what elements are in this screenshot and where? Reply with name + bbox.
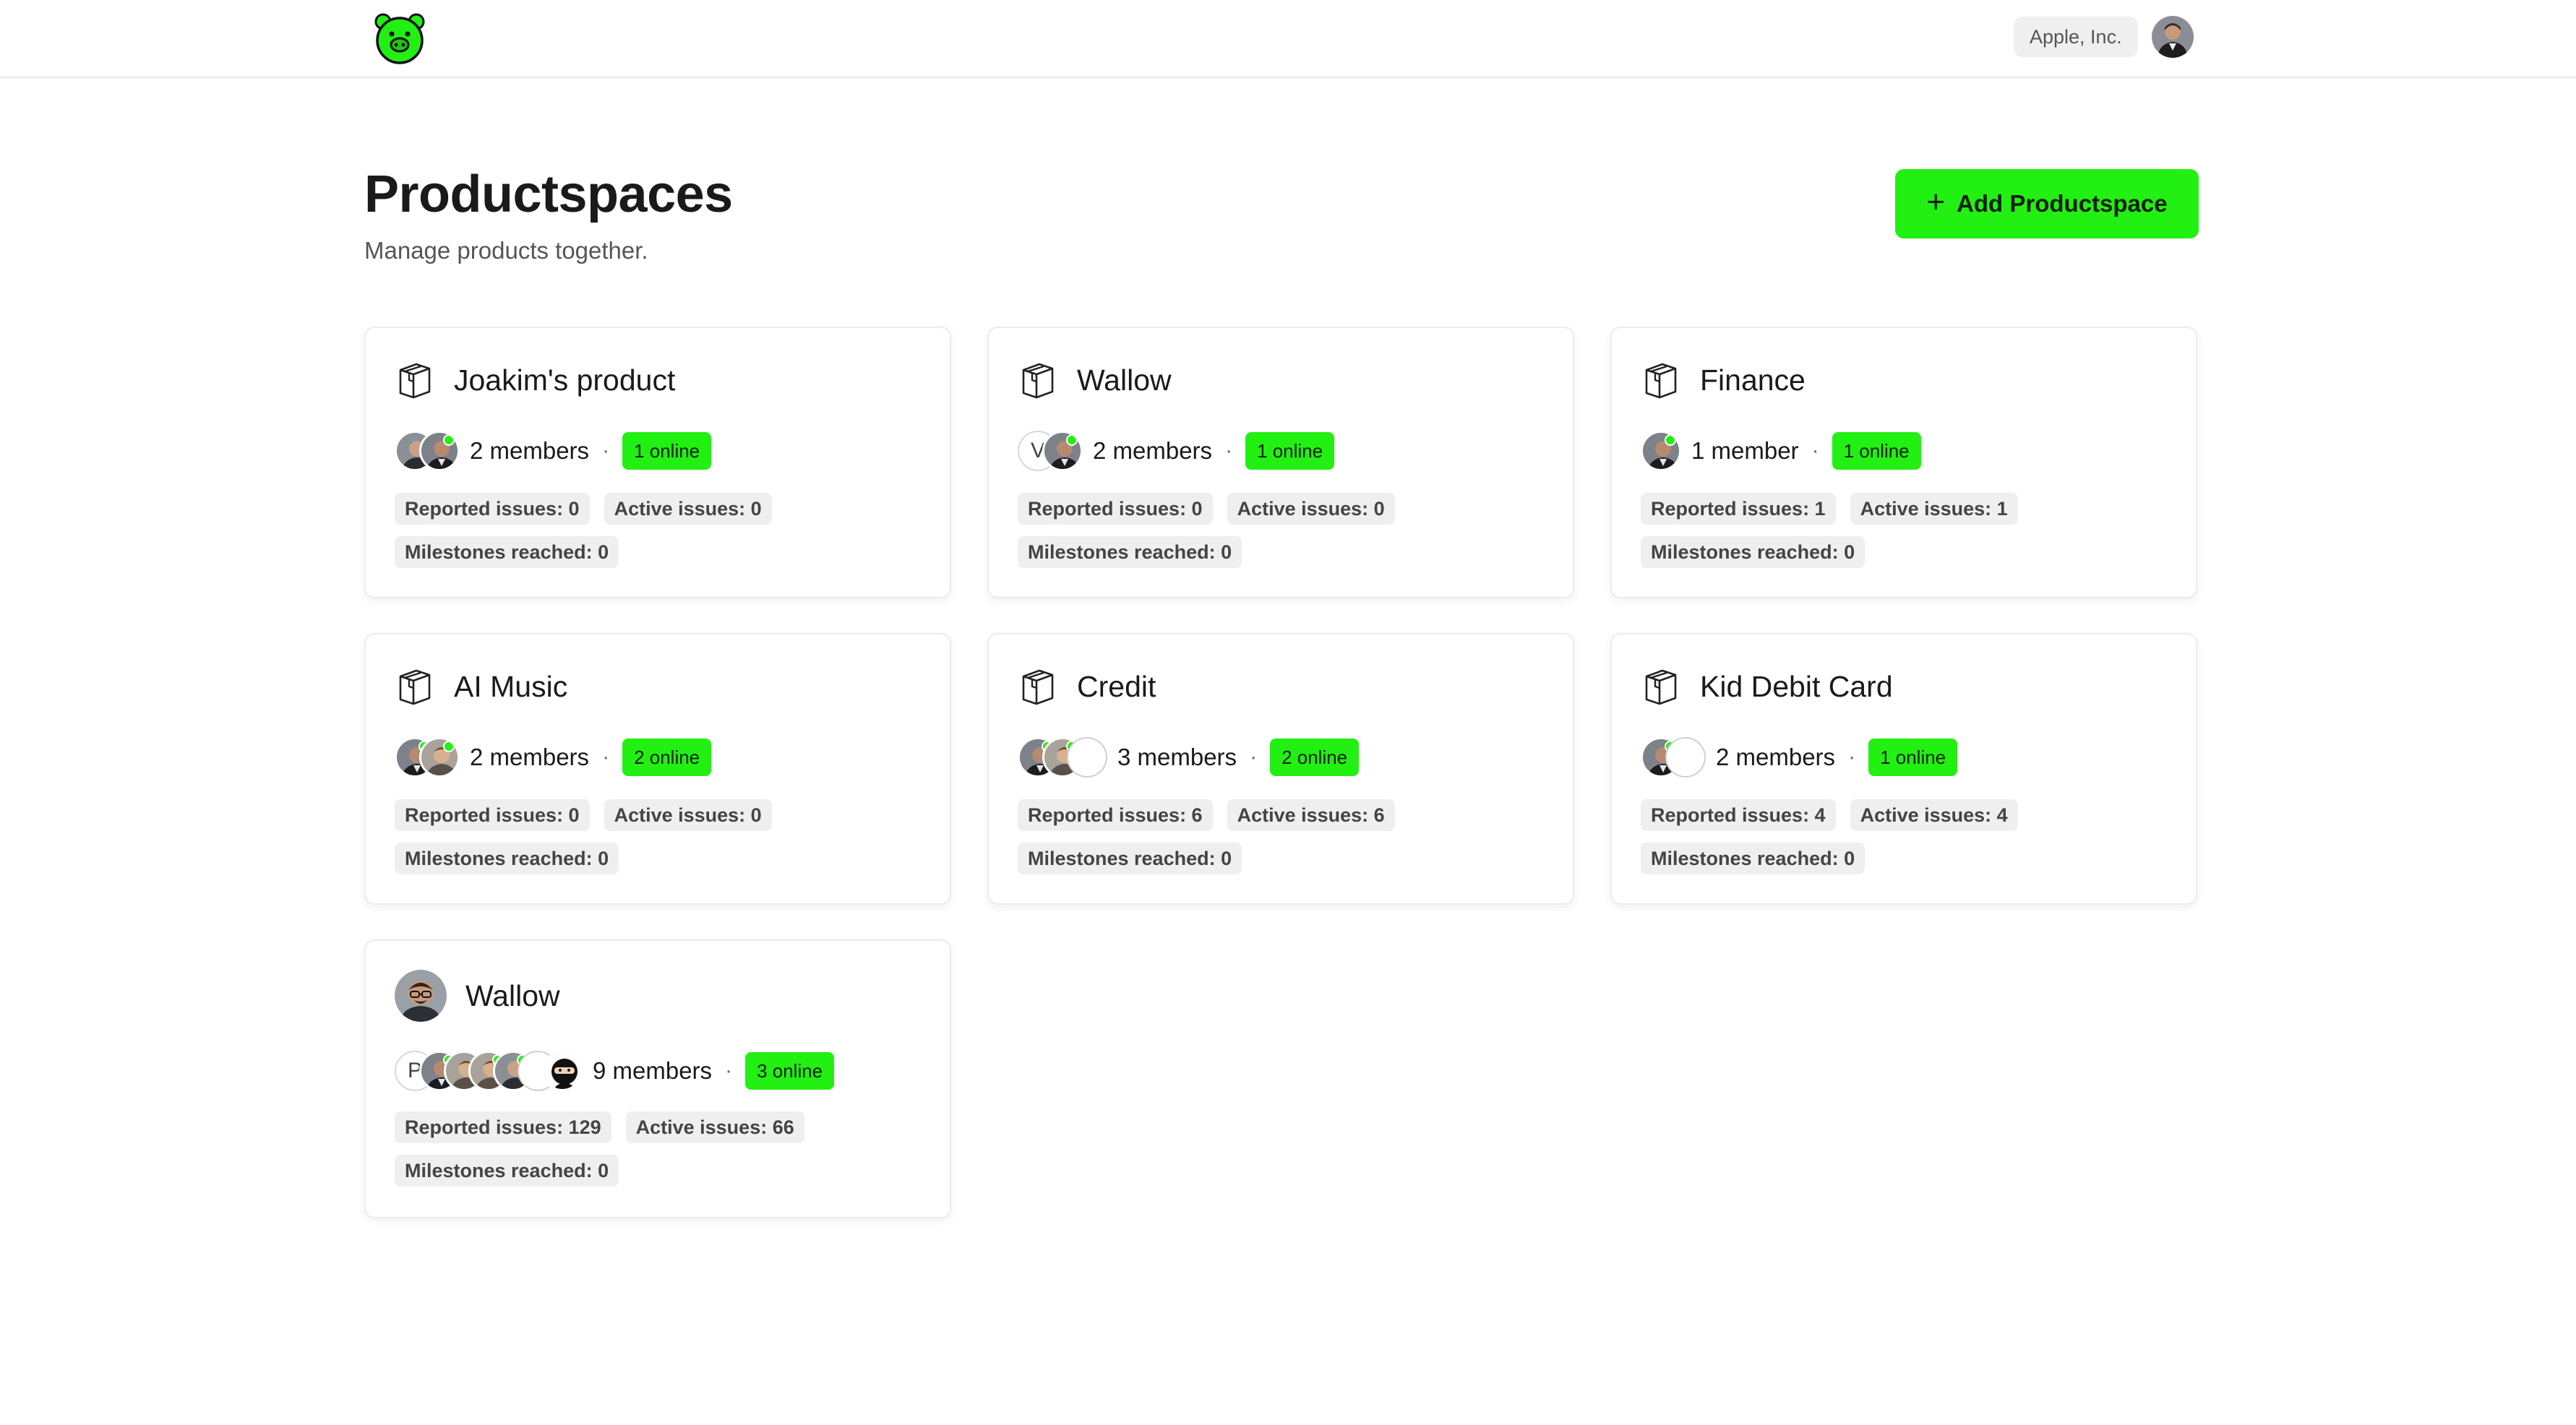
online-indicator [1066, 434, 1078, 446]
members-count: 2 members [470, 437, 590, 464]
milestones-chip: Milestones reached: 0 [1018, 536, 1242, 568]
online-badge: 2 online [622, 739, 712, 776]
separator-dot: · [725, 1059, 733, 1082]
active-issues-chip: Active issues: 0 [604, 799, 772, 831]
member-avatars[interactable] [1018, 737, 1107, 778]
separator-dot: · [1848, 745, 1856, 769]
member-avatar [1042, 431, 1083, 471]
productspace-title: Wallow [1077, 363, 1172, 397]
active-issues-chip: Active issues: 6 [1227, 799, 1395, 831]
add-productspace-button[interactable]: + Add Productspace [1895, 169, 2199, 238]
member-avatars[interactable] [395, 431, 460, 471]
members-count: 3 members [1117, 744, 1237, 770]
productspace-card[interactable]: Wallow V 2 members · 1 online Reported i… [987, 327, 1574, 598]
active-issues-chip: Active issues: 0 [1227, 493, 1395, 525]
page-subtitle: Manage products together. [364, 237, 648, 264]
milestones-chip: Milestones reached: 0 [395, 1155, 619, 1187]
online-badge: 1 online [1832, 432, 1921, 470]
reported-issues-chip: Reported issues: 4 [1641, 799, 1836, 831]
milestones-chip: Milestones reached: 0 [1641, 536, 1866, 568]
productspace-card[interactable]: AI Music 2 members · 2 online Reported i… [364, 633, 951, 905]
member-avatar-placeholder [1067, 737, 1107, 778]
face-icon [395, 970, 447, 1022]
productspace-title: Kid Debit Card [1700, 669, 1893, 703]
reported-issues-chip: Reported issues: 0 [395, 799, 590, 831]
pig-logo-icon[interactable] [373, 12, 426, 65]
member-avatar [542, 1051, 583, 1091]
productspace-title: AI Music [454, 669, 568, 703]
box-icon [1018, 666, 1058, 707]
reported-issues-chip: Reported issues: 0 [1018, 493, 1213, 525]
members-count: 1 member [1691, 437, 1799, 464]
member-avatar-placeholder [1665, 737, 1706, 778]
member-avatar [1641, 431, 1681, 471]
plus-icon: + [1926, 184, 1946, 220]
online-badge: 1 online [1245, 432, 1335, 470]
active-issues-chip: Active issues: 4 [1850, 799, 2018, 831]
productspace-card[interactable]: Joakim's product 2 members · 1 online Re… [364, 327, 951, 598]
members-count: 9 members [593, 1057, 713, 1084]
online-badge: 3 online [745, 1052, 835, 1090]
milestones-chip: Milestones reached: 0 [395, 843, 619, 874]
productspace-card[interactable]: Credit 3 members · 2 online Reported iss… [987, 633, 1574, 905]
separator-dot: · [602, 439, 610, 462]
reported-issues-chip: Reported issues: 6 [1018, 799, 1213, 831]
separator-dot: · [1225, 439, 1233, 462]
member-avatars[interactable] [1641, 737, 1706, 778]
members-count: 2 members [1716, 744, 1836, 770]
online-indicator [443, 434, 455, 446]
member-avatars[interactable]: V [1018, 431, 1083, 471]
member-avatar [419, 431, 460, 471]
active-issues-chip: Active issues: 0 [604, 493, 772, 525]
user-avatar[interactable] [2152, 16, 2194, 58]
online-indicator [443, 741, 455, 752]
page-title: Productspaces [364, 165, 733, 223]
separator-dot: · [1250, 745, 1258, 769]
productspace-title: Wallow [465, 978, 560, 1012]
separator-dot: · [602, 745, 610, 769]
member-avatars[interactable] [1641, 431, 1681, 471]
box-icon [1018, 360, 1058, 400]
top-bar: Apple, Inc. [0, 0, 2576, 78]
organization-chip[interactable]: Apple, Inc. [2014, 17, 2138, 57]
box-icon [395, 666, 435, 707]
active-issues-chip: Active issues: 66 [625, 1111, 804, 1143]
productspace-title: Finance [1700, 363, 1806, 397]
member-avatars[interactable]: P [395, 1051, 583, 1091]
milestones-chip: Milestones reached: 0 [1018, 843, 1242, 874]
reported-issues-chip: Reported issues: 0 [395, 493, 590, 525]
active-issues-chip: Active issues: 1 [1850, 493, 2018, 525]
box-icon [395, 360, 435, 400]
member-avatar [419, 737, 460, 778]
milestones-chip: Milestones reached: 0 [395, 536, 619, 568]
online-indicator [1665, 434, 1676, 446]
productspace-card[interactable]: Wallow P 9 members · 3 online Reported i… [364, 939, 951, 1218]
separator-dot: · [1811, 439, 1819, 462]
add-productspace-label: Add Productspace [1957, 190, 2168, 217]
online-badge: 1 online [1868, 739, 1958, 776]
online-badge: 1 online [622, 432, 712, 470]
member-avatars[interactable] [395, 737, 460, 778]
members-count: 2 members [470, 744, 590, 770]
reported-issues-chip: Reported issues: 129 [395, 1111, 611, 1143]
productspace-title: Credit [1077, 669, 1156, 703]
online-badge: 2 online [1270, 739, 1360, 776]
box-icon [1641, 360, 1681, 400]
milestones-chip: Milestones reached: 0 [1641, 843, 1866, 874]
reported-issues-chip: Reported issues: 1 [1641, 493, 1836, 525]
productspace-title: Joakim's product [454, 363, 676, 397]
productspace-card[interactable]: Kid Debit Card 2 members · 1 online Repo… [1610, 633, 2197, 905]
box-icon [1641, 666, 1681, 707]
productspace-card[interactable]: Finance 1 member · 1 online Reported iss… [1610, 327, 2197, 598]
members-count: 2 members [1093, 437, 1213, 464]
